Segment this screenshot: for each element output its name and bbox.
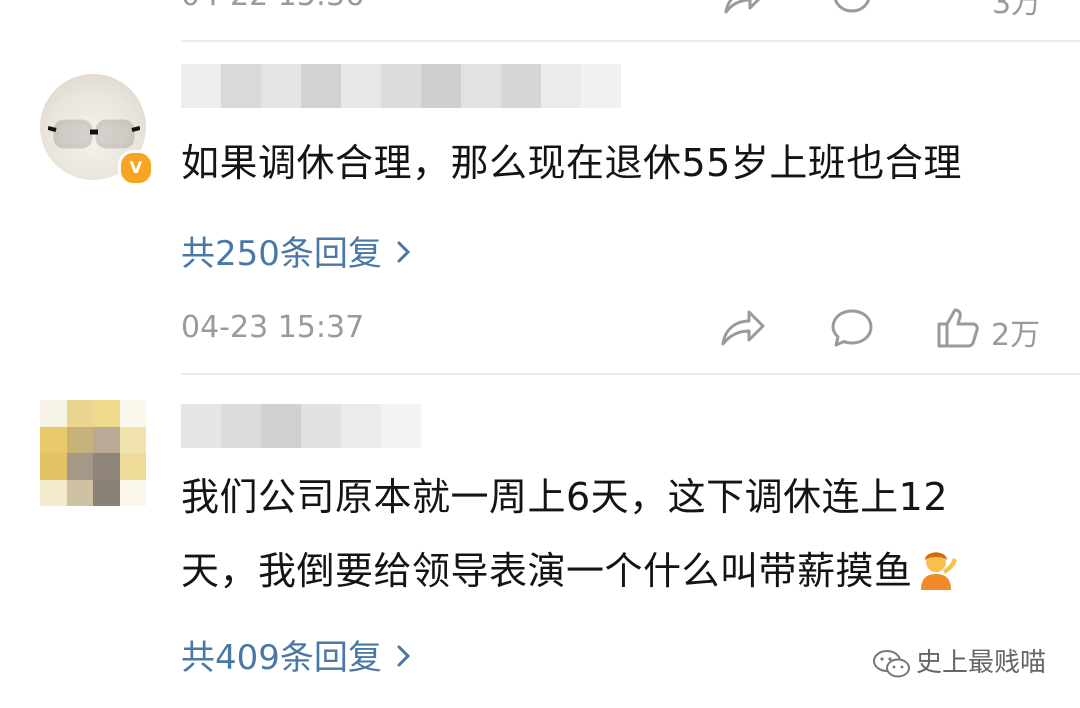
verified-badge: V bbox=[118, 150, 154, 186]
like-icon[interactable] bbox=[935, 306, 981, 354]
like-count: 2万 bbox=[991, 318, 1041, 353]
wechat-icon bbox=[872, 649, 910, 677]
chevron-right-icon bbox=[397, 645, 410, 667]
previous-comment-meta: 04-22 15:36 3万 bbox=[0, 0, 1080, 20]
replies-label: 共409条回复 bbox=[181, 638, 382, 678]
comment-text-line: 我们公司原本就一周上6天，这下调休连上12 bbox=[181, 475, 949, 519]
share-icon[interactable] bbox=[719, 306, 767, 354]
divider bbox=[181, 373, 1080, 375]
comment-text: 我们公司原本就一周上6天，这下调休连上12 天，我倒要给领导表演一个什么叫带薪摸… bbox=[181, 460, 1040, 608]
like-icon[interactable] bbox=[936, 0, 980, 20]
replies-link[interactable]: 共250条回复 bbox=[181, 226, 415, 275]
username-blurred[interactable] bbox=[181, 64, 621, 108]
timestamp: 04-22 15:36 bbox=[181, 0, 364, 13]
avatar[interactable] bbox=[40, 400, 146, 506]
watermark-text: 史上最贱喵 bbox=[915, 648, 1046, 678]
glasses-icon bbox=[48, 119, 140, 149]
like-count: 3万 bbox=[992, 0, 1042, 20]
person-tipping-hand-icon bbox=[913, 540, 959, 590]
watermark: 史上最贱喵 bbox=[872, 642, 1046, 680]
comment-meta: 04-23 15:37 2万 bbox=[181, 304, 1080, 354]
comment-icon[interactable] bbox=[829, 306, 875, 354]
replies-label: 共250条回复 bbox=[181, 234, 382, 274]
comment-text: 如果调休合理，那么现在退休55岁上班也合理 bbox=[181, 141, 962, 185]
chevron-right-icon bbox=[397, 241, 410, 263]
timestamp: 04-23 15:37 bbox=[181, 310, 365, 345]
divider bbox=[181, 40, 1080, 42]
replies-link[interactable]: 共409条回复 bbox=[181, 630, 415, 679]
comment-text-segment: 天，我倒要给领导表演一个什么叫带薪摸鱼 bbox=[181, 549, 913, 593]
comment-icon[interactable] bbox=[832, 0, 872, 20]
username-blurred[interactable] bbox=[181, 404, 421, 448]
comment-text-line: 天，我倒要给领导表演一个什么叫带薪摸鱼 bbox=[181, 534, 1040, 608]
share-icon[interactable] bbox=[722, 0, 766, 20]
